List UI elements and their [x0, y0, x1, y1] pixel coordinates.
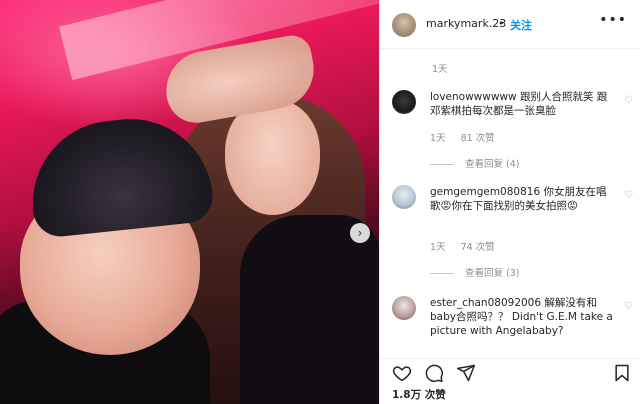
- follow-button[interactable]: 关注: [510, 17, 532, 33]
- view-replies-label[interactable]: 查看回复 (3): [465, 268, 519, 279]
- likes-count[interactable]: 1.8万 次赞: [392, 387, 446, 402]
- view-replies[interactable]: 查看回复 (4): [430, 156, 520, 170]
- post-photo[interactable]: ›: [0, 0, 379, 404]
- next-photo-button[interactable]: ›: [350, 223, 370, 243]
- action-bar: [380, 358, 640, 383]
- view-replies-label[interactable]: 查看回复 (4): [465, 159, 519, 170]
- commenter-avatar[interactable]: [392, 90, 416, 114]
- comment-body: lovenowwwwww 跟别人合照就笑 跟邓紫棋拍每次都是一张臭脸: [430, 90, 616, 118]
- photo-man-cap: [24, 110, 216, 240]
- post-side-panel: markymark.23 • 关注 ••• 1天 lovenowwwwww 跟别…: [379, 0, 640, 404]
- commenter-avatar[interactable]: [392, 296, 416, 320]
- replies-divider: [430, 273, 454, 274]
- commenter-username[interactable]: gemgemgem080816: [430, 186, 540, 198]
- share-icon[interactable]: [456, 363, 476, 383]
- author-avatar[interactable]: [392, 13, 416, 37]
- heart-icon[interactable]: ♡: [624, 95, 633, 106]
- comment-meta: 1天 74 次赞: [430, 239, 507, 253]
- heart-icon[interactable]: ♡: [624, 301, 633, 312]
- commenter-username[interactable]: lovenowwwwww: [430, 91, 517, 103]
- commenter-avatar[interactable]: [392, 185, 416, 209]
- photo-woman-body: [240, 215, 379, 404]
- replies-divider: [430, 164, 454, 165]
- comment-body: ester_chan08092006 解解没有和baby合照吗？？ Didn't…: [430, 296, 616, 338]
- comment-meta: 1天 81 次赞: [430, 130, 507, 144]
- comment-likes[interactable]: 81 次赞: [461, 133, 495, 144]
- comment-icon[interactable]: [424, 363, 444, 383]
- commenter-username[interactable]: ester_chan08092006: [430, 297, 541, 309]
- view-replies[interactable]: 查看回复 (3): [430, 265, 520, 279]
- more-icon[interactable]: •••: [599, 12, 627, 28]
- photo-woman-face: [225, 100, 320, 215]
- bookmark-icon[interactable]: [612, 363, 632, 383]
- comment-time: 1天: [430, 242, 446, 253]
- post-header: markymark.23 • 关注 •••: [380, 0, 640, 49]
- chevron-right-icon: ›: [357, 226, 363, 240]
- heart-icon[interactable]: ♡: [624, 190, 633, 201]
- post-time: 1天: [432, 64, 448, 75]
- header-separator: •: [498, 17, 505, 30]
- comment-likes[interactable]: 74 次赞: [461, 242, 495, 253]
- heart-icon[interactable]: [392, 363, 412, 383]
- author-username[interactable]: markymark.23: [426, 17, 506, 30]
- comment-time: 1天: [430, 133, 446, 144]
- comment-body: gemgemgem080816 你女朋友在唱歌😡你在下面找别的美女拍照😡: [430, 185, 616, 213]
